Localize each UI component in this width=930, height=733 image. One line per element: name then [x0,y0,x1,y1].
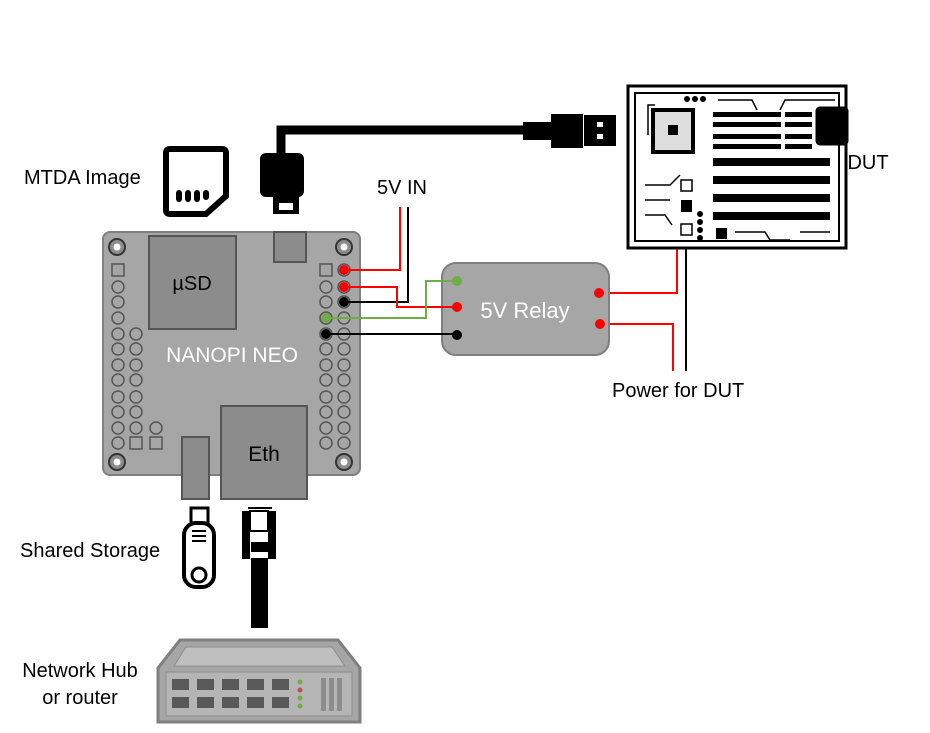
label-power-for-dut: Power for DUT [612,380,744,402]
header-pin [319,390,333,404]
header-pin [319,358,333,372]
hub-port [172,679,189,690]
usb-stick-icon [182,506,216,589]
usb-cable-icon [260,114,616,214]
header-pin [111,390,125,404]
hub-port [197,679,214,690]
hub-port [222,697,239,708]
label-5v-in: 5V IN [377,177,427,199]
header-pin [111,263,125,277]
header-pin [319,421,333,435]
header-pin [319,373,333,387]
mtda-setup-diagram: MTDA Image 5V IN DUT Power for DUT Share… [20,84,889,724]
relay-label: 5V Relay [480,298,569,323]
header-pin [111,358,125,372]
header-pin [129,342,143,356]
relay-module: 5V Relay [441,262,610,356]
label-network-hub: Network Hub [22,660,138,682]
usd-label: µSD [172,273,211,295]
usb-port [181,436,210,500]
header-pin [129,436,143,450]
hub-port [197,697,214,708]
header-pin [111,327,125,341]
sd-card-icon [163,146,229,217]
header-pin [111,436,125,450]
header-pin [337,421,351,435]
header-pin [111,342,125,356]
header-pin [149,421,163,435]
header-pin [129,358,143,372]
header-pin [319,436,333,450]
label-or-router: or router [42,687,118,709]
label-dut: DUT [847,152,888,174]
header-pin [337,436,351,450]
hub-port [222,679,239,690]
network-hub-icon [156,638,362,724]
header-pin [129,390,143,404]
header-pin [319,342,333,356]
hub-port [272,679,289,690]
header-pin [129,405,143,419]
label-shared-storage: Shared Storage [20,540,160,562]
header-pin [337,373,351,387]
hub-port [247,697,264,708]
header-pin [319,405,333,419]
header-pin [337,405,351,419]
hub-port [272,697,289,708]
header-pin [319,295,333,309]
header-pin [129,327,143,341]
ethernet-cable-icon [242,507,276,628]
header-pin [129,421,143,435]
header-pin [337,358,351,372]
header-pin [111,280,125,294]
header-pin [337,390,351,404]
header-pin [111,405,125,419]
header-pin [319,263,333,277]
header-pin [111,311,125,325]
hub-port [247,679,264,690]
eth-label: Eth [248,443,280,466]
nanopi-neo-board: µSD NANOPI NEO Eth [102,231,361,500]
header-pin [319,280,333,294]
header-pin [111,295,125,309]
header-pin [129,373,143,387]
header-pin [111,421,125,435]
board-name-label: NANOPI NEO [166,344,298,367]
header-pin [149,436,163,450]
header-pin [111,373,125,387]
header-pin [337,342,351,356]
label-mtda-image: MTDA Image [24,167,141,189]
hub-port [172,697,189,708]
dut-power-wires [599,249,687,371]
dut-board-icon [626,84,849,250]
